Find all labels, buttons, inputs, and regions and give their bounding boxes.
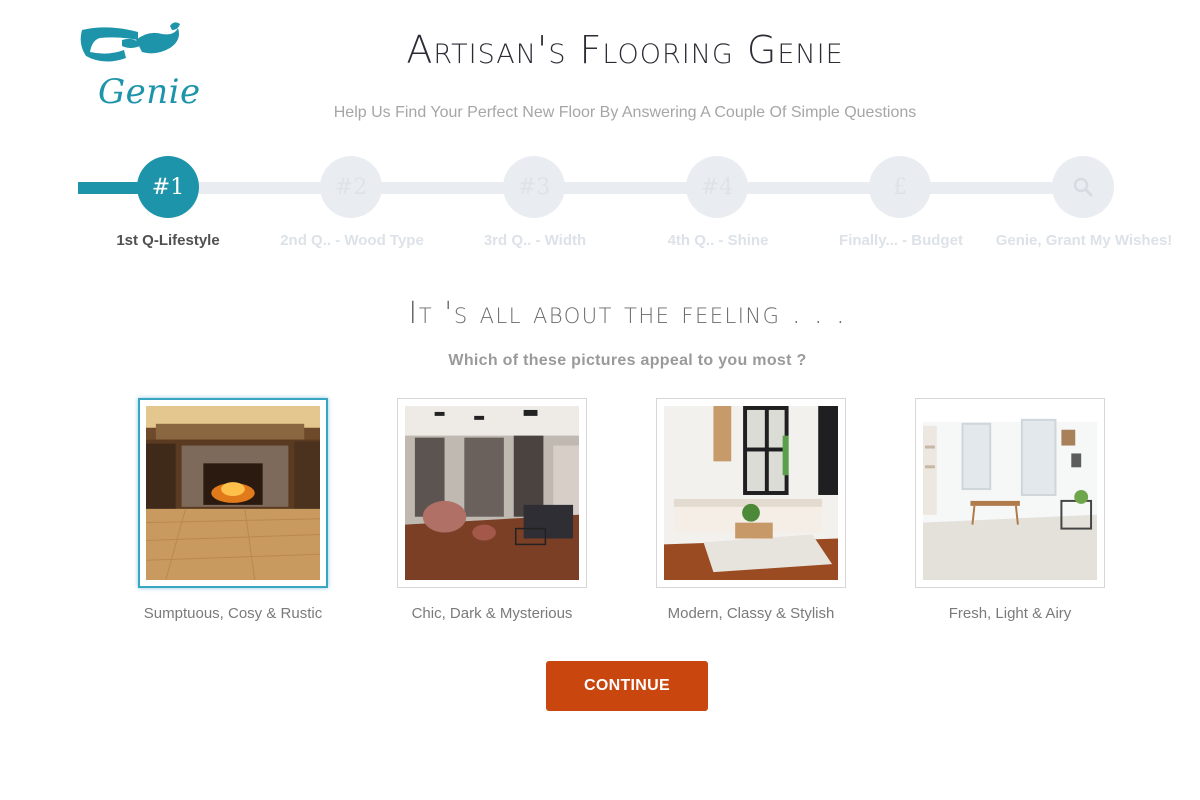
stepper-track (78, 182, 1088, 194)
fresh-room-image (923, 406, 1097, 580)
step-3-label[interactable]: 3rd Q.. - Width (435, 232, 635, 249)
search-icon (1073, 177, 1093, 197)
step-4-marker[interactable]: #4 (686, 156, 748, 218)
option-fresh[interactable]: Fresh, Light & Airy (915, 398, 1105, 622)
option-rustic[interactable]: Sumptuous, Cosy & Rustic (138, 398, 328, 622)
logo-text: Genie (98, 72, 201, 112)
step-3-marker[interactable]: #3 (503, 156, 565, 218)
step-2-marker[interactable]: #2 (320, 156, 382, 218)
step-budget-marker[interactable]: £ (869, 156, 931, 218)
modern-room-image (664, 406, 838, 580)
option-rustic-frame[interactable] (138, 398, 328, 588)
option-rustic-caption: Sumptuous, Cosy & Rustic (143, 605, 323, 622)
option-chic-caption: Chic, Dark & Mysterious (411, 605, 573, 622)
lamp-icon (80, 22, 180, 62)
option-modern[interactable]: Modern, Classy & Stylish (656, 398, 846, 622)
step-budget-label[interactable]: Finally... - Budget (801, 232, 1001, 249)
page-title: Artisan's Flooring Genie (406, 28, 844, 72)
step-1-marker[interactable]: #1 (137, 156, 199, 218)
genie-logo[interactable]: Genie (78, 20, 200, 120)
option-modern-caption: Modern, Classy & Stylish (667, 605, 835, 622)
step-results-label[interactable]: Genie, Grant My Wishes! (984, 232, 1184, 249)
option-chic[interactable]: Chic, Dark & Mysterious (397, 398, 587, 622)
rustic-room-image (146, 406, 320, 580)
option-fresh-caption: Fresh, Light & Airy (948, 605, 1072, 622)
continue-button[interactable]: CONTINUE (546, 661, 708, 711)
page-subtitle: Help Us Find Your Perfect New Floor By A… (333, 104, 917, 121)
step-2-label[interactable]: 2nd Q.. - Wood Type (252, 232, 452, 249)
option-chic-frame[interactable] (397, 398, 587, 588)
question-heading: It 's all about the feeling . . . (408, 296, 847, 331)
question-prompt: Which of these pictures appeal to you mo… (448, 352, 807, 369)
step-1-label[interactable]: 1st Q-Lifestyle (68, 232, 268, 249)
chic-room-image (405, 406, 579, 580)
option-modern-frame[interactable] (656, 398, 846, 588)
step-results-marker[interactable] (1052, 156, 1114, 218)
step-4-label[interactable]: 4th Q.. - Shine (618, 232, 818, 249)
option-fresh-frame[interactable] (915, 398, 1105, 588)
